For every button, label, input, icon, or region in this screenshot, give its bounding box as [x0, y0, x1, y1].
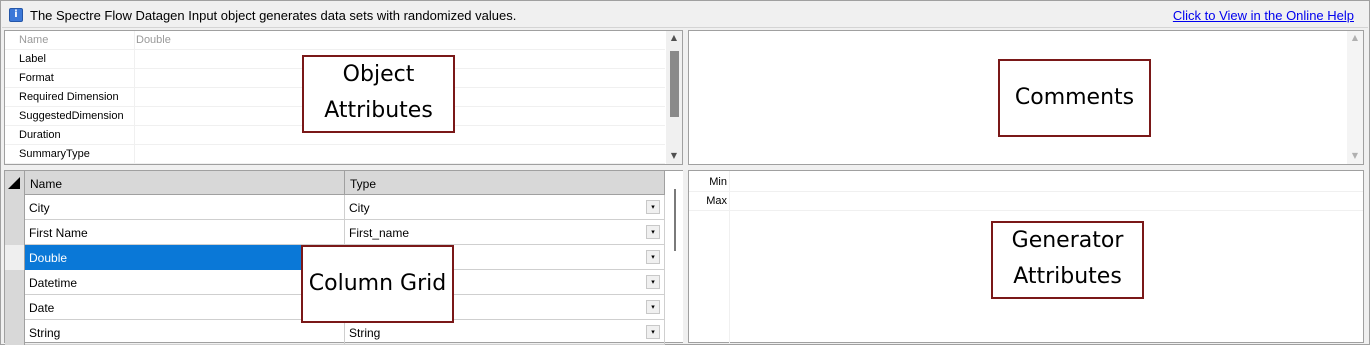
callout-line: Column Grid	[308, 271, 447, 296]
property-separator	[134, 88, 135, 107]
property-name: Name	[19, 34, 49, 46]
object-attributes-callout: Object Attributes	[302, 55, 455, 133]
property-separator	[134, 50, 135, 69]
row-header[interactable]	[5, 295, 25, 320]
object-attributes-scrollbar[interactable]: ▲ ▼	[666, 31, 682, 164]
select-all-corner[interactable]	[5, 171, 25, 195]
property-value[interactable]: Double	[136, 34, 171, 46]
row-header[interactable]	[5, 245, 25, 270]
cell-type[interactable]: String ▾	[345, 320, 665, 345]
cell-type[interactable]: First_name ▾	[345, 220, 665, 245]
scroll-down-icon[interactable]: ▼	[1347, 149, 1363, 163]
callout-line: Generator	[1011, 228, 1124, 253]
cell-name[interactable]: First Name	[25, 220, 345, 245]
generator-row-max[interactable]: Max	[689, 192, 1363, 211]
scroll-thumb[interactable]	[674, 189, 676, 251]
scroll-up-icon[interactable]: ▲	[666, 31, 682, 45]
property-name: Format	[19, 72, 54, 84]
online-help-link[interactable]: Click to View in the Online Help	[1173, 8, 1354, 23]
callout-line: Object	[342, 62, 415, 87]
cell-name[interactable]: Date	[25, 295, 345, 320]
generator-attribute-name: Min	[709, 176, 727, 188]
cell-name[interactable]: Datetime	[25, 270, 345, 295]
comments-panel[interactable]: ▲ ▼ Comments	[688, 30, 1364, 165]
generator-attributes-panel: Min Max Generator Attributes	[688, 170, 1364, 344]
cell-type-value: String	[349, 326, 381, 340]
grid-header: Name Type	[5, 171, 665, 195]
chevron-down-icon[interactable]: ▾	[646, 250, 660, 264]
column-grid-scrollbar[interactable]	[667, 171, 683, 342]
property-row-summary-type[interactable]: SummaryType	[5, 145, 665, 164]
chevron-down-icon[interactable]: ▾	[646, 325, 660, 339]
datagen-input-window: i The Spectre Flow Datagen Input object …	[0, 0, 1370, 345]
scroll-up-icon[interactable]: ▲	[1347, 31, 1363, 45]
chevron-down-icon[interactable]: ▾	[646, 225, 660, 239]
table-row[interactable]: City City ▾	[5, 195, 665, 220]
corner-triangle-icon	[8, 177, 20, 189]
property-row-name[interactable]: Name Double	[5, 31, 665, 50]
cell-name[interactable]: Double	[25, 245, 345, 270]
table-row[interactable]: String String ▾	[5, 320, 665, 345]
row-header[interactable]	[5, 220, 25, 245]
property-separator	[134, 31, 135, 50]
comments-scrollbar[interactable]: ▲ ▼	[1347, 31, 1363, 164]
chevron-down-icon[interactable]: ▾	[646, 300, 660, 314]
object-attributes-panel: Name Double Label Format Required Dimens…	[4, 30, 683, 165]
chevron-down-icon[interactable]: ▾	[646, 200, 660, 214]
cell-type-value: First_name	[349, 226, 410, 240]
generator-attribute-name: Max	[706, 195, 727, 207]
column-grid: Name Type City City ▾ First Name First_n…	[4, 170, 683, 345]
row-header[interactable]	[5, 270, 25, 295]
property-name: SuggestedDimension	[19, 110, 124, 122]
column-header-type[interactable]: Type	[345, 171, 665, 195]
column-header-name[interactable]: Name	[25, 171, 345, 195]
callout-line: Attributes	[324, 98, 433, 123]
property-separator	[134, 126, 135, 145]
chevron-down-icon[interactable]: ▾	[646, 275, 660, 289]
cell-name[interactable]: City	[25, 195, 345, 220]
property-name: Duration	[19, 129, 61, 141]
property-name: Required Dimension	[19, 91, 119, 103]
scroll-down-icon[interactable]: ▼	[666, 149, 682, 163]
property-separator	[134, 69, 135, 88]
callout-line: Attributes	[1013, 264, 1122, 289]
column-grid-callout: Column Grid	[301, 245, 454, 323]
callout-line: Comments	[1014, 85, 1135, 110]
generator-attributes-callout: Generator Attributes	[991, 221, 1144, 299]
info-icon: i	[9, 8, 23, 22]
comments-callout: Comments	[998, 59, 1151, 137]
table-row[interactable]: First Name First_name ▾	[5, 220, 665, 245]
cell-type-value: City	[349, 201, 370, 215]
row-header[interactable]	[5, 320, 25, 345]
info-message: The Spectre Flow Datagen Input object ge…	[30, 8, 517, 23]
info-bar: i The Spectre Flow Datagen Input object …	[2, 2, 1368, 28]
property-separator	[134, 145, 135, 164]
generator-row-min[interactable]: Min	[689, 173, 1363, 192]
row-header[interactable]	[5, 195, 25, 220]
cell-name[interactable]: String	[25, 320, 345, 345]
scroll-thumb[interactable]	[670, 51, 679, 117]
property-name: Label	[19, 53, 46, 65]
cell-type[interactable]: City ▾	[345, 195, 665, 220]
property-separator	[134, 107, 135, 126]
property-name: SummaryType	[19, 148, 90, 160]
